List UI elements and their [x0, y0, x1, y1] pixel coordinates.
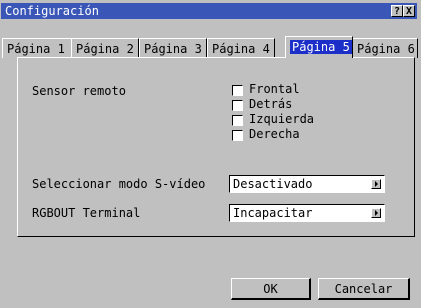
checkbox-detras-label: Detrás — [249, 97, 293, 111]
svideo-mode-label: Seleccionar modo S-vídeo — [32, 177, 206, 191]
window-title: Configuración — [5, 4, 99, 18]
tab-page-2[interactable]: Página 2 — [71, 38, 139, 58]
rgbout-terminal-label: RGBOUT Terminal — [32, 206, 141, 220]
svideo-mode-value: Desactivado — [233, 177, 313, 191]
configuration-dialog: Configuración ? X Página 1 Página 2 Pági… — [0, 0, 421, 308]
help-button[interactable]: ? — [391, 5, 403, 17]
tab-page-6[interactable]: Página 6 — [352, 38, 418, 58]
ok-button[interactable]: OK — [231, 278, 311, 300]
title-bar: Configuración ? X — [1, 3, 417, 19]
checkbox-izquierda-label: Izquierda — [249, 112, 315, 126]
checkbox-izquierda[interactable] — [232, 115, 243, 126]
cancel-button[interactable]: Cancelar — [318, 278, 410, 300]
tab-strip: Página 1 Página 2 Página 3 Página 4 Pági… — [2, 36, 418, 58]
checkbox-derecha[interactable] — [232, 130, 243, 141]
tab-page-4[interactable]: Página 4 — [207, 38, 275, 58]
checkbox-frontal-label: Frontal — [249, 82, 300, 96]
remote-sensor-label: Sensor remoto — [32, 84, 126, 98]
settings-panel: Sensor remoto Frontal Detrás Izquierda D… — [17, 57, 415, 237]
close-button[interactable]: X — [403, 5, 415, 17]
checkbox-derecha-label: Derecha — [249, 127, 300, 141]
rgbout-terminal-value: Incapacitar — [233, 206, 313, 220]
dropdown-arrow-icon[interactable] — [371, 179, 381, 189]
rgbout-terminal-select[interactable]: Incapacitar — [229, 204, 385, 222]
tab-page-5[interactable]: Página 5 — [285, 36, 353, 58]
checkbox-frontal[interactable] — [232, 85, 243, 96]
tab-page-1[interactable]: Página 1 — [2, 38, 72, 58]
dropdown-arrow-icon[interactable] — [371, 208, 381, 218]
svideo-mode-select[interactable]: Desactivado — [229, 175, 385, 193]
checkbox-detras[interactable] — [232, 100, 243, 111]
tab-page-3[interactable]: Página 3 — [139, 38, 207, 58]
